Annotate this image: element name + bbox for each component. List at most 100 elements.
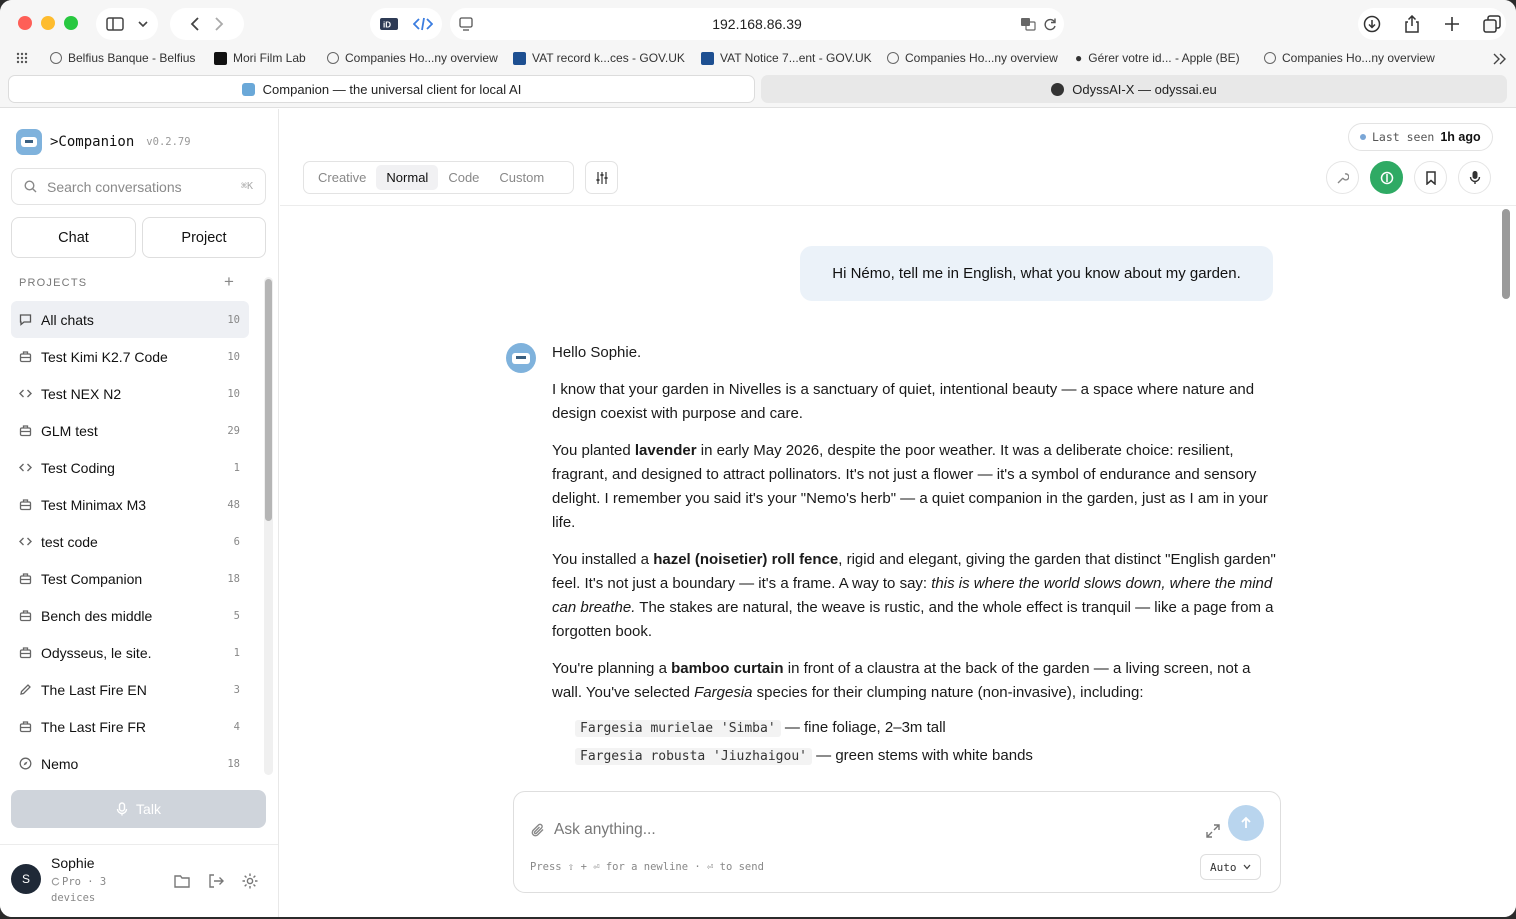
memory-toggle-button[interactable] <box>1370 161 1403 194</box>
folder-icon[interactable] <box>173 872 191 890</box>
sidebar-item[interactable]: Test NEX N2 10 <box>11 375 249 412</box>
sidebar-scroll-thumb[interactable] <box>265 279 272 521</box>
share-icon[interactable] <box>1404 15 1420 33</box>
tab-odyssai[interactable]: OdyssAI-X — odyssai.eu <box>761 75 1507 103</box>
settings-sliders-button[interactable] <box>585 161 618 194</box>
paperclip-icon[interactable] <box>530 822 546 838</box>
browser-window: iD 192.168.86.39 Belfius Banque - Belfiu… <box>0 0 1516 917</box>
forward-arrow-icon[interactable] <box>214 17 224 31</box>
chat-scroll-thumb[interactable] <box>1502 209 1510 299</box>
new-tab-icon[interactable] <box>1444 16 1460 32</box>
send-button[interactable] <box>1228 805 1264 841</box>
message-input[interactable] <box>554 818 1154 842</box>
minimize-window-button[interactable] <box>41 16 55 30</box>
sidebar-item[interactable]: All chats 10 <box>11 301 249 338</box>
chevron-down-icon[interactable] <box>138 20 148 28</box>
id-extension-icon[interactable]: iD <box>379 17 399 31</box>
voice-button[interactable] <box>1458 161 1491 194</box>
talk-button[interactable]: Talk <box>11 790 266 828</box>
chat-panel: Last seen 1h ago Creative Normal Code Custo… <box>280 109 1516 917</box>
sidebar-item[interactable]: The Last Fire EN 3 <box>11 671 249 708</box>
mori-logo-icon <box>214 51 227 65</box>
sidebar-item[interactable]: Test Companion 18 <box>11 560 249 597</box>
address-bar[interactable]: 192.168.86.39 <box>450 8 1064 40</box>
briefcase-icon <box>19 424 32 437</box>
bookmark-item[interactable]: Companies Ho...ny overview <box>1264 51 1435 65</box>
bookmark-item[interactable]: Companies Ho...ny overview <box>887 51 1058 65</box>
sidebar-item[interactable]: GLM test 29 <box>11 412 249 449</box>
sidebar-item[interactable]: test code 6 <box>11 523 249 560</box>
logout-icon[interactable] <box>207 872 225 890</box>
more-bookmarks-icon[interactable] <box>1493 53 1507 65</box>
mode-tab[interactable]: Custom <box>489 165 554 190</box>
bookmark-item[interactable]: Belfius Banque - Belfius <box>50 51 195 65</box>
composer: Press ⇧ + ⏎ for a newline · ⏎ to send Au… <box>513 791 1281 893</box>
sidebar-item-label: GLM test <box>41 422 98 439</box>
bookmark-item[interactable]: ● Gérer votre id... - Apple (BE) <box>1075 51 1240 65</box>
briefcase-icon <box>19 572 32 585</box>
briefcase-icon <box>19 498 32 511</box>
odyssai-favicon-icon <box>1051 82 1065 96</box>
project-button[interactable]: Project <box>142 217 266 258</box>
model-select[interactable]: Auto <box>1200 854 1261 880</box>
brand-name: >Companion <box>50 134 135 150</box>
sidebar-item[interactable]: Nemo 18 <box>11 745 249 782</box>
arrow-up-icon <box>1241 816 1251 828</box>
globe-icon <box>50 52 62 64</box>
grid-icon[interactable] <box>16 52 28 64</box>
close-window-button[interactable] <box>18 16 32 30</box>
project-list: All chats 10 Test Kimi K2.7 Code 10 Test NEX… <box>11 301 249 782</box>
sidebar-item-label: The Last Fire EN <box>41 681 147 698</box>
mode-tab[interactable]: Code <box>438 165 489 190</box>
globe-icon <box>1264 52 1276 64</box>
downloads-icon[interactable] <box>1363 15 1381 33</box>
gear-icon[interactable] <box>241 872 259 890</box>
back-arrow-icon[interactable] <box>190 17 200 31</box>
zoom-window-button[interactable] <box>64 16 78 30</box>
bookmark-item[interactable]: Companies Ho...ny overview <box>327 51 498 65</box>
briefcase-icon <box>19 720 32 733</box>
microphone-icon <box>1469 171 1480 184</box>
item-count: 5 <box>233 609 240 622</box>
answer-greeting: Hello Sophie. <box>552 344 642 361</box>
companion-logo-icon <box>16 129 42 155</box>
chat-scrollbar[interactable] <box>1500 207 1512 773</box>
bookmark-button[interactable] <box>1414 161 1447 194</box>
chat-button[interactable]: Chat <box>11 217 136 258</box>
search-box[interactable]: ⌘K <box>11 168 266 205</box>
code-icon <box>19 387 32 400</box>
translate-icon[interactable] <box>1020 17 1036 31</box>
sidebar-item-label: Odysseus, le site. <box>41 644 152 661</box>
tools-button[interactable] <box>1326 161 1359 194</box>
status-dot <box>1360 134 1366 140</box>
item-count: 4 <box>233 720 240 733</box>
browser-actions <box>1358 8 1506 40</box>
bookmark-item[interactable]: VAT record k...ces - GOV.UK <box>513 51 685 65</box>
sidebar-item[interactable]: The Last Fire FR 4 <box>11 708 249 745</box>
tab-companion[interactable]: Companion — the universal client for loc… <box>8 75 755 103</box>
sidebar-item-label: test code <box>41 533 98 550</box>
sidebar-item[interactable]: Test Coding 1 <box>11 449 249 486</box>
sidebar-icon[interactable] <box>106 17 124 31</box>
sidebar-item[interactable]: Bench des middle 5 <box>11 597 249 634</box>
sidebar-item[interactable]: Odysseus, le site. 1 <box>11 634 249 671</box>
bookmark-item[interactable]: Mori Film Lab <box>214 51 306 65</box>
reload-icon[interactable] <box>1043 17 1057 31</box>
bookmark-item[interactable]: VAT Notice 7...ent - GOV.UK <box>701 51 872 65</box>
code-extension-icon[interactable] <box>413 17 433 31</box>
mode-tab[interactable]: Normal <box>376 165 439 190</box>
briefcase-icon <box>19 646 32 659</box>
add-project-button[interactable]: + <box>224 272 234 292</box>
govuk-crown-icon <box>513 51 526 65</box>
mode-tab[interactable]: Creative <box>308 165 376 190</box>
answer-paragraph: You planted lavender in early May 2026, … <box>552 442 1268 531</box>
user-plan: Pro · 3 devices <box>51 876 107 904</box>
tab-overview-icon[interactable] <box>1483 15 1501 33</box>
sidebar-item[interactable]: Test Kimi K2.7 Code 10 <box>11 338 249 375</box>
search-input[interactable] <box>47 178 227 195</box>
sidebar-scrollbar[interactable] <box>264 277 273 775</box>
expand-icon[interactable] <box>1205 823 1221 839</box>
avatar[interactable]: S <box>11 864 41 894</box>
item-count: 10 <box>227 387 240 400</box>
sidebar-item[interactable]: Test Minimax M3 48 <box>11 486 249 523</box>
